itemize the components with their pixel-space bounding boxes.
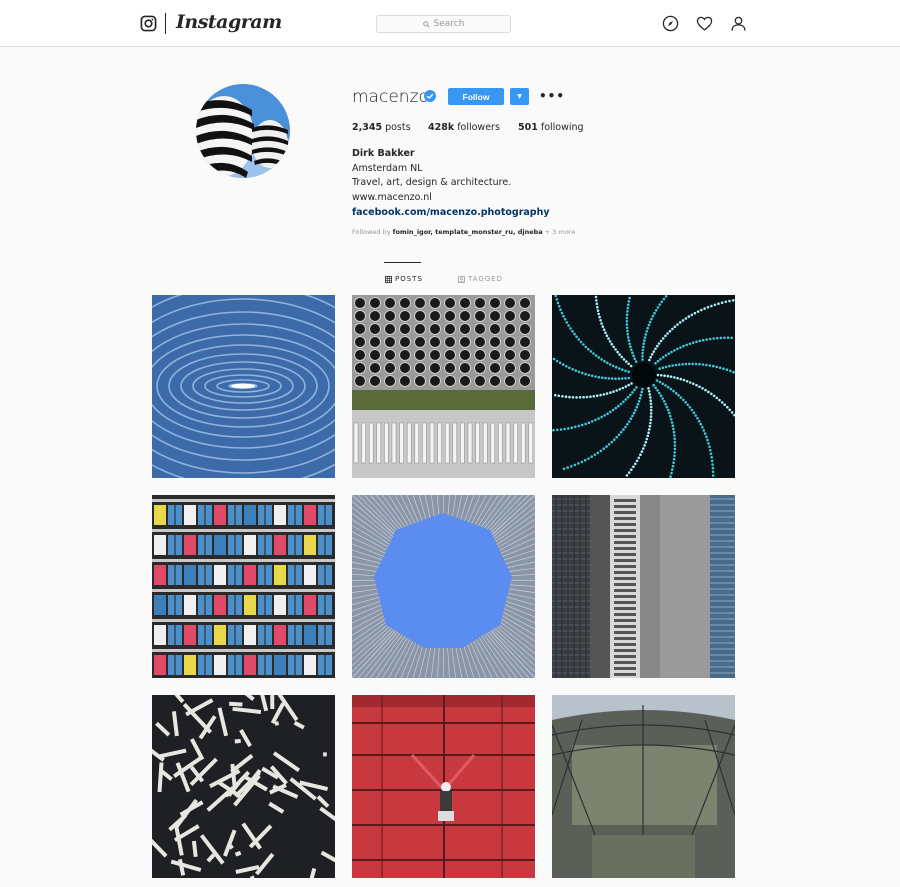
profile-avatar[interactable] — [196, 84, 290, 178]
more-options-button[interactable]: ••• — [539, 89, 565, 103]
post-thumbnail[interactable] — [352, 695, 535, 878]
explore-compass-icon[interactable] — [662, 15, 679, 32]
post-thumbnail[interactable] — [152, 695, 335, 878]
bio-website: www.macenzo.nl — [352, 192, 432, 204]
following-stat[interactable]: 501 following — [518, 122, 584, 133]
post-thumbnail[interactable] — [552, 495, 735, 678]
verified-badge-icon — [424, 90, 436, 102]
post-thumbnail[interactable] — [352, 295, 535, 478]
heart-icon[interactable] — [696, 15, 713, 32]
top-navigation-bar: Instagram Search — [0, 0, 900, 47]
search-input[interactable]: Search — [376, 15, 511, 33]
search-placeholder: Search — [433, 19, 465, 29]
profile-bio: Dirk Bakker Amsterdam NL Travel, art, de… — [352, 147, 550, 221]
logo-divider — [165, 13, 166, 34]
post-thumbnail[interactable] — [352, 495, 535, 678]
tab-tagged[interactable]: TAGGED — [458, 275, 503, 283]
chevron-down-icon: ▼ — [517, 93, 522, 100]
active-tab-indicator — [384, 262, 421, 263]
profile-username: macenzo — [352, 87, 429, 107]
tagged-person-icon — [458, 275, 465, 283]
instagram-wordmark[interactable]: Instagram — [176, 11, 282, 33]
bio-description: Travel, art, design & architecture. — [352, 177, 512, 189]
bio-location: Amsterdam NL — [352, 162, 423, 174]
search-icon — [422, 20, 430, 28]
followers-stat[interactable]: 428k followers — [428, 122, 500, 133]
follow-button[interactable]: Follow — [448, 88, 504, 105]
full-name: Dirk Bakker — [352, 148, 415, 159]
post-thumbnail[interactable] — [152, 295, 335, 478]
followed-by[interactable]: Followed by fomin_igor, template_monster… — [352, 228, 575, 236]
instagram-camera-icon[interactable] — [140, 15, 157, 32]
suggested-accounts-button[interactable]: ▼ — [510, 88, 529, 105]
bio-external-link[interactable]: facebook.com/macenzo.photography — [352, 206, 550, 221]
profile-icon[interactable] — [730, 15, 747, 32]
tab-posts[interactable]: POSTS — [385, 275, 423, 283]
post-thumbnail[interactable] — [552, 295, 735, 478]
post-thumbnail[interactable] — [152, 495, 335, 678]
posts-stat: 2,345 posts — [352, 122, 411, 133]
post-thumbnail[interactable] — [552, 695, 735, 878]
grid-icon — [385, 275, 392, 283]
